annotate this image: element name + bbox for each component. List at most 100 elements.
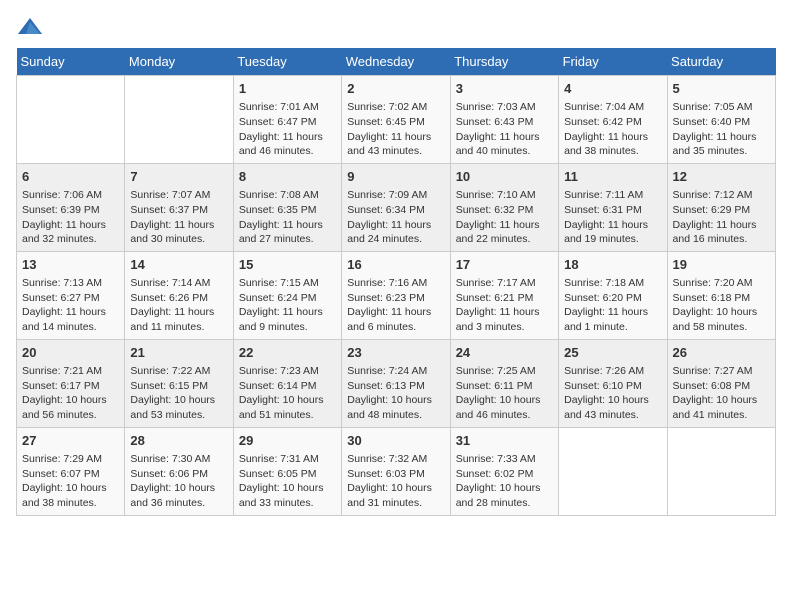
day-info: Daylight: 10 hours and 53 minutes. (130, 393, 227, 422)
day-info: Daylight: 11 hours and 46 minutes. (239, 130, 336, 159)
day-info: Sunset: 6:37 PM (130, 203, 227, 218)
day-number: 20 (22, 344, 119, 362)
day-info: Sunset: 6:15 PM (130, 379, 227, 394)
day-number: 22 (239, 344, 336, 362)
calendar-cell: 21 Sunrise: 7:22 AMSunset: 6:15 PMDayligh… (125, 339, 233, 427)
calendar-cell: 14Sunrise: 7:14 AMSunset: 6:26 PMDayligh… (125, 251, 233, 339)
day-info: Sunrise: 7:04 AM (564, 100, 661, 115)
day-info: Sunrise: 7:18 AM (564, 276, 661, 291)
day-number: 4 (564, 80, 661, 98)
day-number: 11 (564, 168, 661, 186)
day-info: Daylight: 10 hours and 46 minutes. (456, 393, 553, 422)
day-info: Sunset: 6:23 PM (347, 291, 444, 306)
weekday-header-row: SundayMondayTuesdayWednesdayThursdayFrid… (17, 48, 776, 76)
weekday-header-wednesday: Wednesday (342, 48, 450, 76)
day-info: Sunrise: 7:16 AM (347, 276, 444, 291)
day-info: Sunset: 6:26 PM (130, 291, 227, 306)
day-info: Sunset: 6:07 PM (22, 467, 119, 482)
day-info: Daylight: 10 hours and 28 minutes. (456, 481, 553, 510)
day-info: Sunrise: 7:30 AM (130, 452, 227, 467)
day-info: Sunset: 6:21 PM (456, 291, 553, 306)
day-info: Daylight: 11 hours and 32 minutes. (22, 218, 119, 247)
day-info: Daylight: 11 hours and 27 minutes. (239, 218, 336, 247)
day-info: Sunrise: 7:10 AM (456, 188, 553, 203)
day-info: Sunset: 6:34 PM (347, 203, 444, 218)
day-info: Sunrise: 7:32 AM (347, 452, 444, 467)
weekday-header-monday: Monday (125, 48, 233, 76)
calendar-cell: 13Sunrise: 7:13 AMSunset: 6:27 PMDayligh… (17, 251, 125, 339)
day-info: Sunrise: 7:12 AM (673, 188, 770, 203)
calendar-cell: 30Sunrise: 7:32 AMSunset: 6:03 PMDayligh… (342, 427, 450, 515)
day-number: 15 (239, 256, 336, 274)
day-info: Daylight: 11 hours and 22 minutes. (456, 218, 553, 247)
day-info: Sunset: 6:10 PM (564, 379, 661, 394)
calendar-cell: 5Sunrise: 7:05 AMSunset: 6:40 PMDaylight… (667, 76, 775, 164)
day-info: Sunrise: 7:09 AM (347, 188, 444, 203)
day-info: Sunrise: 7:21 AM (22, 364, 119, 379)
day-info: Daylight: 10 hours and 41 minutes. (673, 393, 770, 422)
day-info: Daylight: 10 hours and 33 minutes. (239, 481, 336, 510)
day-number: 18 (564, 256, 661, 274)
calendar-week-row: 1Sunrise: 7:01 AMSunset: 6:47 PMDaylight… (17, 76, 776, 164)
day-info: Sunrise: 7:29 AM (22, 452, 119, 467)
day-info: Daylight: 11 hours and 43 minutes. (347, 130, 444, 159)
day-info: Daylight: 11 hours and 40 minutes. (456, 130, 553, 159)
calendar-cell (17, 76, 125, 164)
day-number: 5 (673, 80, 770, 98)
day-info: Sunset: 6:20 PM (564, 291, 661, 306)
day-info: Sunset: 6:35 PM (239, 203, 336, 218)
calendar-cell: 11Sunrise: 7:11 AMSunset: 6:31 PMDayligh… (559, 163, 667, 251)
day-info: Sunset: 6:06 PM (130, 467, 227, 482)
day-info: Daylight: 11 hours and 14 minutes. (22, 305, 119, 334)
day-number: 24 (456, 344, 553, 362)
weekday-header-saturday: Saturday (667, 48, 775, 76)
day-info: Sunset: 6:08 PM (673, 379, 770, 394)
calendar-cell: 17Sunrise: 7:17 AMSunset: 6:21 PMDayligh… (450, 251, 558, 339)
day-info: Sunset: 6:43 PM (456, 115, 553, 130)
day-info: Daylight: 11 hours and 11 minutes. (130, 305, 227, 334)
calendar-cell (667, 427, 775, 515)
day-info: Daylight: 10 hours and 43 minutes. (564, 393, 661, 422)
day-number: 29 (239, 432, 336, 450)
calendar-cell: 22Sunrise: 7:23 AMSunset: 6:14 PMDayligh… (233, 339, 341, 427)
day-info: Daylight: 10 hours and 31 minutes. (347, 481, 444, 510)
day-number: 28 (130, 432, 227, 450)
calendar-cell: 20Sunrise: 7:21 AMSunset: 6:17 PMDayligh… (17, 339, 125, 427)
calendar-cell: 12Sunrise: 7:12 AMSunset: 6:29 PMDayligh… (667, 163, 775, 251)
day-info: Daylight: 11 hours and 16 minutes. (673, 218, 770, 247)
day-info: Sunset: 6:27 PM (22, 291, 119, 306)
calendar-cell: 26Sunrise: 7:27 AMSunset: 6:08 PMDayligh… (667, 339, 775, 427)
calendar-cell: 23Sunrise: 7:24 AMSunset: 6:13 PMDayligh… (342, 339, 450, 427)
day-info: Daylight: 11 hours and 24 minutes. (347, 218, 444, 247)
calendar-cell: 3Sunrise: 7:03 AMSunset: 6:43 PMDaylight… (450, 76, 558, 164)
day-info: Sunrise: 7:14 AM (130, 276, 227, 291)
calendar-cell: 16Sunrise: 7:16 AMSunset: 6:23 PMDayligh… (342, 251, 450, 339)
day-info: Sunrise: 7:02 AM (347, 100, 444, 115)
calendar-cell (559, 427, 667, 515)
day-info: Sunrise: 7:24 AM (347, 364, 444, 379)
day-number: 21 (130, 344, 227, 362)
calendar-cell: 27Sunrise: 7:29 AMSunset: 6:07 PMDayligh… (17, 427, 125, 515)
calendar-cell: 31Sunrise: 7:33 AMSunset: 6:02 PMDayligh… (450, 427, 558, 515)
day-number: 9 (347, 168, 444, 186)
calendar-cell: 9 Sunrise: 7:09 AMSunset: 6:34 PMDaylight… (342, 163, 450, 251)
day-number: 13 (22, 256, 119, 274)
calendar-cell (125, 76, 233, 164)
day-info: Sunset: 6:45 PM (347, 115, 444, 130)
calendar-cell: 6Sunrise: 7:06 AMSunset: 6:39 PMDaylight… (17, 163, 125, 251)
day-number: 17 (456, 256, 553, 274)
calendar-cell: 7Sunrise: 7:07 AMSunset: 6:37 PMDaylight… (125, 163, 233, 251)
calendar-cell: 4Sunrise: 7:04 AMSunset: 6:42 PMDaylight… (559, 76, 667, 164)
day-info: Daylight: 11 hours and 3 minutes. (456, 305, 553, 334)
calendar-cell: 19Sunrise: 7:20 AMSunset: 6:18 PMDayligh… (667, 251, 775, 339)
day-number: 31 (456, 432, 553, 450)
day-number: 3 (456, 80, 553, 98)
day-info: Sunset: 6:02 PM (456, 467, 553, 482)
weekday-header-friday: Friday (559, 48, 667, 76)
day-info: Sunrise: 7:22 AM (130, 364, 227, 379)
calendar-week-row: 6Sunrise: 7:06 AMSunset: 6:39 PMDaylight… (17, 163, 776, 251)
day-number: 6 (22, 168, 119, 186)
calendar-cell: 28Sunrise: 7:30 AMSunset: 6:06 PMDayligh… (125, 427, 233, 515)
logo (16, 16, 48, 38)
day-info: Sunrise: 7:08 AM (239, 188, 336, 203)
